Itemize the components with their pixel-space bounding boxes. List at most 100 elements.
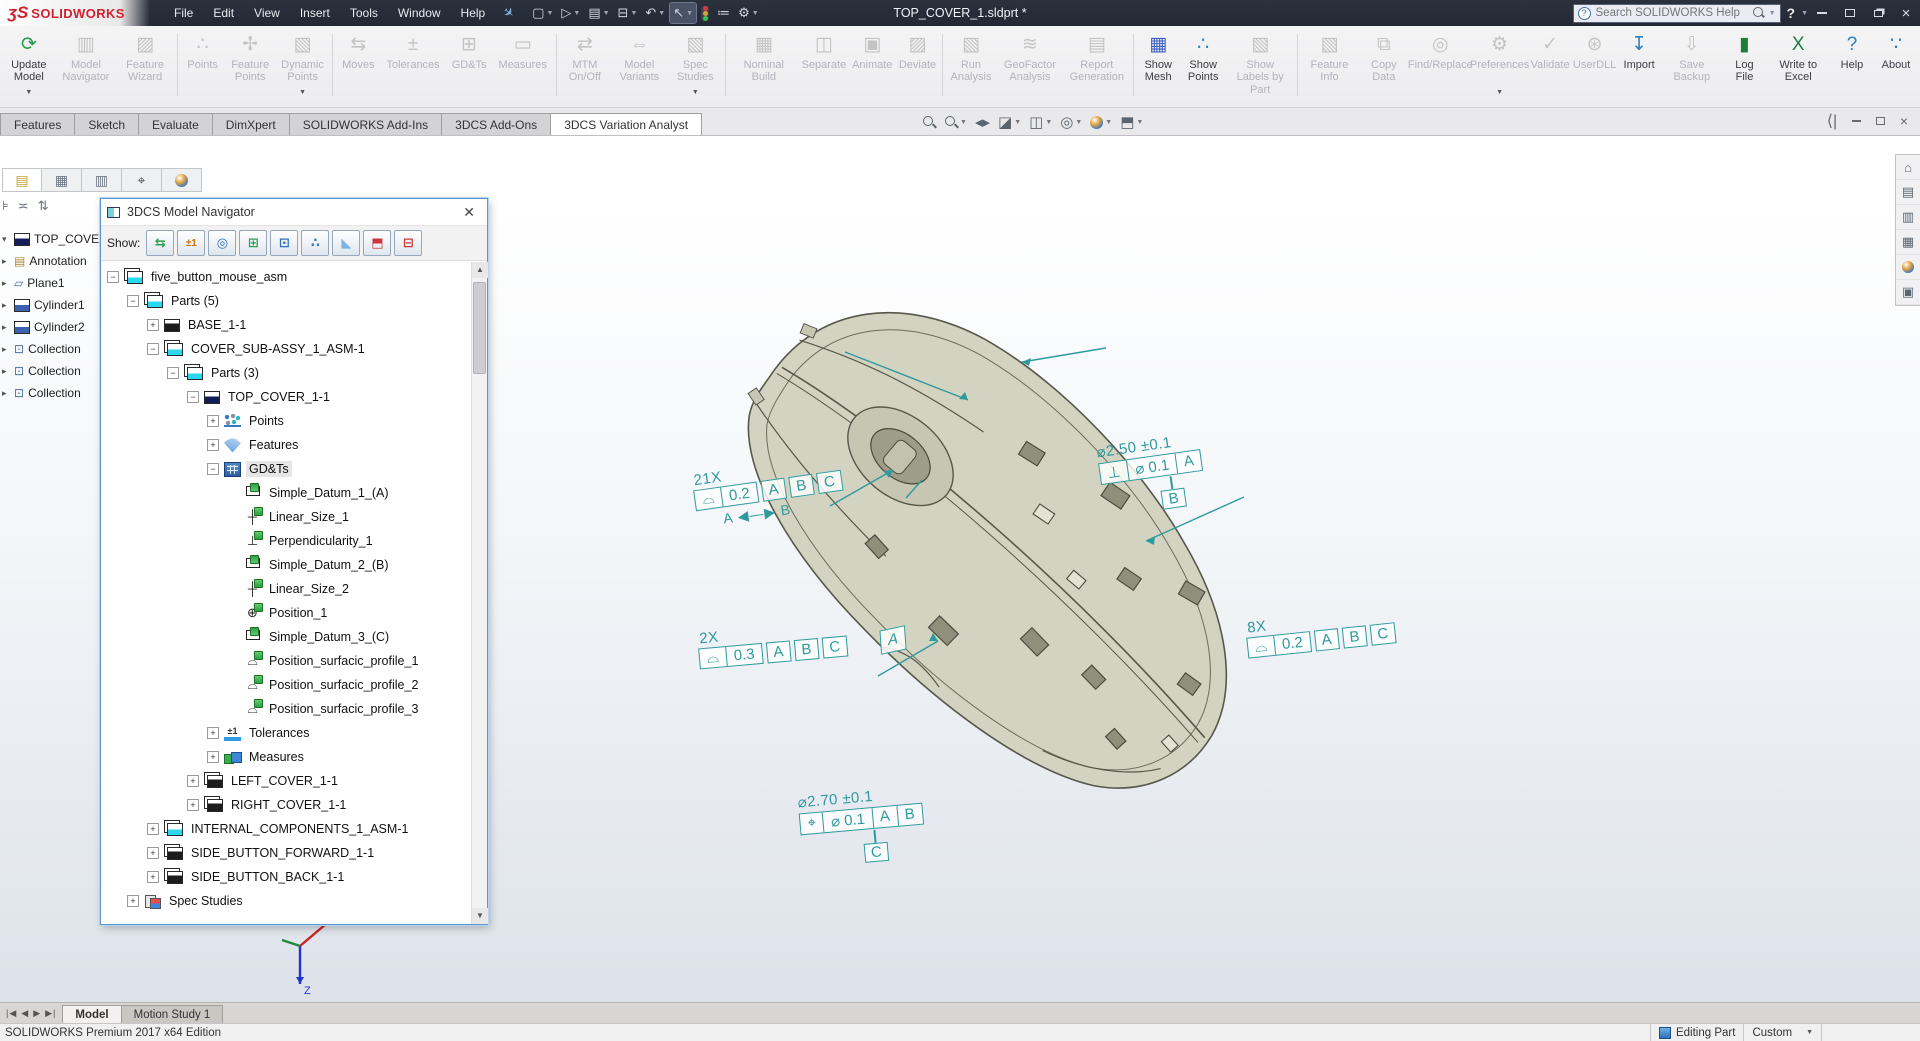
collapse-icon[interactable]: − (147, 343, 159, 355)
ribbon-preferences-button[interactable]: ⚙Preferences▼ (1471, 32, 1528, 85)
custom-properties-button[interactable]: ▣ (1896, 280, 1920, 305)
navigator-tree-item[interactable]: ┼Linear_Size_1 (101, 505, 471, 529)
propertymanager-tab[interactable]: ▦ (42, 168, 82, 192)
new-file-button[interactable]: ▢▼ (529, 3, 556, 23)
navigator-tree-item[interactable]: ⌓Position_surfacic_profile_1 (101, 649, 471, 673)
search-dropdown-icon[interactable]: ▼ (1769, 10, 1776, 17)
appearances-button[interactable]: ● (1896, 255, 1920, 280)
help-caret-icon[interactable]: ▼ (1801, 10, 1808, 17)
menu-insert[interactable]: Insert (290, 2, 340, 24)
collapse-icon[interactable]: − (207, 463, 219, 475)
show-deviate-button[interactable]: ⬒ (363, 230, 391, 256)
undo-button[interactable]: ↶▼ (642, 3, 668, 23)
show-features-button[interactable]: ◣ (332, 230, 360, 256)
ribbon-gd-ts-button[interactable]: ⊞GD&Ts (446, 32, 493, 72)
navigator-tree-item[interactable]: −five_button_mouse_asm (101, 265, 471, 289)
tab-nav-icon[interactable]: ▶| (45, 1008, 56, 1019)
flyout-caret-icon[interactable]: ▼ (1496, 89, 1503, 97)
ribbon-show-points-button[interactable]: ∴Show Points (1180, 32, 1226, 97)
duplicate-window-button[interactable] (1864, 0, 1892, 26)
tab-features[interactable]: Features (0, 113, 75, 135)
configurations-tab[interactable]: ▥ (82, 168, 122, 192)
ribbon-deviate-button[interactable]: ▨Deviate (895, 32, 939, 85)
ribbon-feature-points-button[interactable]: ✢Feature Points (225, 32, 276, 85)
expand-icon[interactable]: + (187, 799, 199, 811)
show-points-button[interactable]: ∴ (301, 230, 329, 256)
search-input[interactable] (1596, 7, 1753, 19)
left-mini-icon-2[interactable]: ⇅ (38, 198, 49, 214)
show-gdts-button[interactable]: ⊡ (270, 230, 298, 256)
ribbon-userdll-button[interactable]: ⊛UserDLL (1572, 32, 1617, 85)
menu-tools[interactable]: Tools (340, 2, 388, 24)
configuration-caret-icon[interactable]: ▼ (1806, 1029, 1813, 1036)
zoom-fit-button[interactable] (918, 113, 940, 131)
ribbon-validate-button[interactable]: ✓Validate (1528, 32, 1572, 85)
show-moves-button[interactable]: ⇆ (146, 230, 174, 256)
tab-3dcs-variation-analyst[interactable]: 3DCS Variation Analyst (550, 113, 702, 135)
show-mtm-button[interactable]: ⊟ (394, 230, 422, 256)
tab-sketch[interactable]: Sketch (74, 113, 139, 135)
ribbon-spec-studies-button[interactable]: ▧Spec Studies▼ (669, 32, 723, 85)
navigator-tree-item[interactable]: −Parts (5) (101, 289, 471, 313)
options-list-button[interactable]: ≔ (714, 3, 733, 23)
navigator-tree-item[interactable]: +BASE_1-1 (101, 313, 471, 337)
ribbon-save-backup-button[interactable]: ⇩Save Backup (1661, 32, 1722, 85)
navigator-tree-item[interactable]: +±1Tolerances (101, 721, 471, 745)
tab-solidworks-add-ins[interactable]: SOLIDWORKS Add-Ins (289, 113, 442, 135)
select-button[interactable]: ↖▼ (670, 3, 696, 23)
show-tolerances-button[interactable]: ±1 (177, 230, 205, 256)
navigator-tree-item[interactable]: Simple_Datum_1_(A) (101, 481, 471, 505)
menu-edit[interactable]: Edit (203, 2, 244, 24)
navigator-tree-item[interactable]: ⌓Position_surfacic_profile_3 (101, 697, 471, 721)
hide-show-items-button[interactable]: ◎▼ (1056, 111, 1086, 133)
ribbon-log-file-button[interactable]: ▮Log File (1722, 32, 1766, 85)
navigator-tree-item[interactable]: −Parts (3) (101, 361, 471, 385)
scroll-down-icon[interactable]: ▼ (472, 908, 488, 924)
ribbon-measures-button[interactable]: ▭Measures (493, 32, 553, 72)
flyout-caret-icon[interactable]: ▼ (299, 89, 306, 97)
ribbon-feature-info-button[interactable]: ▧Feature Info (1301, 32, 1358, 85)
menu-file[interactable]: File (164, 2, 203, 24)
expand-icon[interactable]: + (207, 751, 219, 763)
navigator-tree-item[interactable]: −TOP_COVER_1-1 (101, 385, 471, 409)
featuremanager-tab[interactable]: ▤ (2, 168, 42, 192)
doc-minimize-button[interactable] (1844, 111, 1868, 131)
menu-view[interactable]: View (244, 2, 290, 24)
navigator-tree-item[interactable]: +Measures (101, 745, 471, 769)
search-icon[interactable] (1753, 7, 1765, 19)
navigator-title-bar[interactable]: 3DCS Model Navigator ✕ (101, 199, 487, 226)
ribbon-moves-button[interactable]: ⇆Moves (336, 32, 380, 72)
section-view-button[interactable]: ◪▼ (994, 111, 1025, 133)
collapse-icon[interactable]: − (107, 271, 119, 283)
rebuild-button[interactable] (698, 4, 712, 23)
tab-evaluate[interactable]: Evaluate (138, 113, 213, 135)
flyout-caret-icon[interactable]: ▼ (692, 89, 699, 97)
ribbon-write-to-excel-button[interactable]: XWrite to Excel (1766, 32, 1830, 85)
pin-icon[interactable]: ✈ (499, 3, 518, 22)
gdt-callout-position[interactable]: ⌀2.70 ±0.1 ⌖ ⌀ 0.1 A B C (797, 783, 927, 868)
expand-icon[interactable]: + (207, 415, 219, 427)
show-circular-tols-button[interactable]: ◎ (208, 230, 236, 256)
collapse-icon[interactable]: − (127, 295, 139, 307)
navigator-tree-item[interactable]: −COVER_SUB-ASSY_1_ASM-1 (101, 337, 471, 361)
bottom-tab-motion-study-1[interactable]: Motion Study 1 (121, 1005, 224, 1023)
ribbon-animate-button[interactable]: ▣Animate (849, 32, 896, 85)
navigator-tree-item[interactable]: −GD&Ts (101, 457, 471, 481)
flyout-caret-icon[interactable]: ▼ (25, 89, 32, 97)
show-measures-button[interactable]: ⊞ (239, 230, 267, 256)
dimxpert-tab[interactable]: ⌖ (122, 168, 162, 192)
view-palette-button[interactable]: ▦ (1896, 230, 1920, 255)
file-explorer-button[interactable]: ▥ (1896, 205, 1920, 230)
collapse-pane-icon[interactable]: ⟨| (1820, 111, 1844, 131)
gdt-callout-perpendicularity[interactable]: ⌀2.50 ±0.1 ⊥ ⌀ 0.1 A B (1095, 429, 1208, 518)
zoom-area-button[interactable]: ▼ (940, 113, 971, 131)
scroll-up-icon[interactable]: ▲ (472, 262, 488, 278)
tab-dimxpert[interactable]: DimXpert (212, 113, 290, 135)
configuration-selector[interactable]: Custom (1752, 1027, 1792, 1039)
bottom-tab-model[interactable]: Model (62, 1005, 121, 1023)
ribbon-model-variants-button[interactable]: ⇔Model Variants (610, 32, 668, 85)
ribbon-tolerances-button[interactable]: ±Tolerances (380, 32, 445, 72)
tab-nav-icon[interactable]: ▶ (33, 1008, 41, 1019)
tab-scroll-buttons[interactable]: |◀◀▶▶| (0, 1003, 62, 1023)
ribbon-nominal-build-button[interactable]: ▦Nominal Build (729, 32, 799, 85)
